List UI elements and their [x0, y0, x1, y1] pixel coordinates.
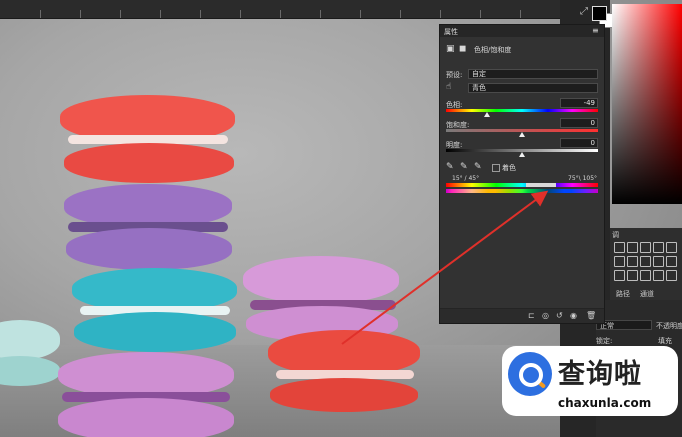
saturation-slider-thumb[interactable]	[519, 132, 525, 137]
foreground-color-swatch[interactable]	[592, 6, 607, 21]
color-balance-icon[interactable]	[627, 256, 638, 267]
watermark: 查询啦 chaxunla.com	[502, 346, 678, 416]
macaron-red-bottom	[64, 143, 234, 183]
adjustment-layer-icon[interactable]: ▣	[446, 44, 455, 54]
saturation-value: 0	[590, 119, 595, 127]
move-tool-icon[interactable]: ⤢	[578, 6, 590, 18]
range-selector[interactable]	[526, 183, 556, 187]
properties-footer: ⊏ ◎ ↺ ◉ 🗑	[440, 308, 604, 323]
eye-icon[interactable]: ◉	[570, 311, 577, 320]
range-bar-bottom	[446, 189, 598, 193]
properties-panel: 属性 ≡ ▣ ◼ 色相/饱和度 预设: 自定 ☝ 青色 色相: -49 饱和度:…	[439, 24, 605, 324]
hue-saturation-icon[interactable]	[614, 256, 625, 267]
colorize-checkbox[interactable]	[492, 164, 500, 172]
macaron-right-red-bottom	[270, 378, 418, 412]
tab-channels[interactable]: 通道	[640, 289, 654, 299]
opacity-label: 不透明度	[656, 322, 682, 330]
watermark-chinese: 查询啦	[558, 359, 642, 390]
threshold-icon[interactable]	[640, 270, 651, 281]
curves-icon[interactable]	[640, 242, 651, 253]
range-left-label: 15° / 45°	[452, 175, 480, 182]
tab-paths[interactable]: 路径	[616, 289, 630, 299]
hue-value: -49	[583, 99, 595, 107]
channel-mixer-icon[interactable]	[666, 256, 677, 267]
photo-filter-icon[interactable]	[653, 256, 664, 267]
ruler-strip	[0, 0, 560, 19]
eyedropper-plus-icon[interactable]: ✎	[460, 162, 468, 172]
eyedropper-icon[interactable]: ✎	[446, 162, 454, 172]
fill-label: 填充	[658, 337, 672, 345]
brightness-icon[interactable]	[614, 242, 625, 253]
properties-tab[interactable]: 属性	[444, 27, 458, 37]
hand-tool-icon[interactable]: ☝	[446, 82, 451, 92]
range-right-label: 75°\ 105°	[568, 175, 598, 182]
levels-icon[interactable]	[627, 242, 638, 253]
macaron-teal-bottom	[74, 312, 236, 352]
macaron-pink-bottom	[58, 398, 234, 437]
color-picker-field[interactable]	[612, 4, 682, 204]
visibility-icon[interactable]: ◎	[542, 311, 549, 320]
watermark-domain: chaxunla.com	[558, 396, 652, 410]
vibrance-icon[interactable]	[666, 242, 677, 253]
eyedropper-minus-icon[interactable]: ✎	[474, 162, 482, 172]
colorize-label: 着色	[502, 164, 516, 172]
channel-select[interactable]: 青色	[468, 83, 598, 93]
lightness-slider-thumb[interactable]	[519, 152, 525, 157]
preset-label: 预设:	[446, 71, 463, 79]
lightness-value: 0	[590, 139, 595, 147]
watermark-logo-icon	[508, 352, 552, 396]
gradient-map-icon[interactable]	[653, 270, 664, 281]
reset-icon[interactable]: ↺	[556, 311, 563, 320]
clip-icon[interactable]: ⊏	[528, 311, 535, 320]
exposure-icon[interactable]	[653, 242, 664, 253]
preset-select[interactable]: 自定	[468, 69, 598, 79]
selective-color-icon[interactable]	[666, 270, 677, 281]
invert-icon[interactable]	[614, 270, 625, 281]
macaron-right-pink-top	[243, 256, 399, 304]
mask-icon[interactable]: ◼	[459, 44, 466, 54]
hue-slider-track[interactable]	[446, 109, 598, 112]
trash-icon[interactable]: 🗑	[586, 311, 596, 320]
lock-label: 锁定:	[596, 337, 613, 345]
hue-slider-thumb[interactable]	[484, 112, 490, 117]
adjustments-panel: 调 路径 通道	[610, 228, 682, 300]
range-bar-top	[446, 183, 598, 187]
adjustments-title: 调	[612, 231, 619, 239]
macaron-purple-bottom	[66, 228, 232, 270]
menu-icon[interactable]: ≡	[592, 26, 599, 36]
panel-type-label: 色相/饱和度	[474, 46, 512, 54]
posterize-icon[interactable]	[627, 270, 638, 281]
black-white-icon[interactable]	[640, 256, 651, 267]
properties-header	[440, 25, 604, 37]
